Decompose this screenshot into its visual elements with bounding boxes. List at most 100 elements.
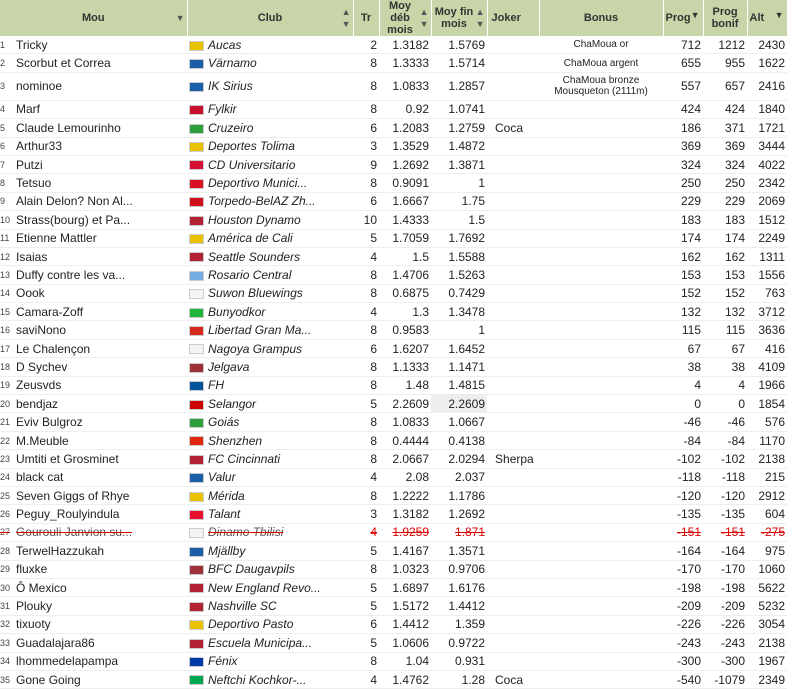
- col-alt-header[interactable]: Alt ▼: [747, 0, 788, 36]
- table-row[interactable]: 2 Scorbut et Correa Värnamo 8 1.3333 1.5714 Ch…: [0, 53, 788, 73]
- club-cell[interactable]: Bunyodkor: [187, 302, 354, 322]
- sort-down-icon[interactable]: ▼: [691, 9, 700, 21]
- club-cell[interactable]: Dinamo Tbilisi: [187, 523, 354, 543]
- table-row[interactable]: 8 Tetsuo Deportivo Munici... 8 0.9091 1 250 250…: [0, 173, 788, 193]
- table-row[interactable]: 16 saviNono Libertad Gran Ma... 8 0.9583 1 115…: [0, 320, 788, 340]
- table-row[interactable]: 5 Claude Lemourinho Cruzeiro 6 1.2083 1.2759 C…: [0, 118, 788, 138]
- club-cell[interactable]: Valur: [187, 468, 354, 487]
- club-cell[interactable]: Escuela Municipa...: [187, 633, 354, 653]
- col-tr-header[interactable]: Tr: [353, 0, 380, 36]
- player-name[interactable]: tixuoty: [14, 615, 188, 635]
- table-row[interactable]: 28 TerwelHazzukah Mjällby 5 1.4167 1.3571 -164…: [0, 541, 788, 561]
- col-prog-header[interactable]: Prog ▼: [663, 0, 704, 36]
- table-row[interactable]: 17 Le Chalençon Nagoya Grampus 6 1.6207 1.645…: [0, 339, 788, 359]
- player-name[interactable]: Gone Going: [14, 670, 188, 689]
- club-cell[interactable]: Aucas: [187, 36, 354, 55]
- player-name[interactable]: nominoe: [14, 72, 188, 101]
- player-name[interactable]: TerwelHazzukah: [14, 541, 188, 561]
- player-name[interactable]: Tetsuo: [14, 173, 188, 193]
- table-row[interactable]: 15 Camara-Zoff Bunyodkor 4 1.3 1.3478 132 132 37…: [0, 302, 788, 322]
- player-name[interactable]: Camara-Zoff: [14, 302, 188, 322]
- sort-icon[interactable]: ▲ ▼: [420, 6, 429, 30]
- player-name[interactable]: Etienne Mattler: [14, 229, 188, 248]
- sort-icon[interactable]: ▲ ▼: [476, 6, 485, 30]
- club-cell[interactable]: Nagoya Grampus: [187, 339, 354, 359]
- player-name[interactable]: Claude Lemourinho: [14, 118, 188, 138]
- player-name[interactable]: Tricky: [14, 36, 188, 55]
- player-name[interactable]: black cat: [14, 468, 188, 487]
- club-cell[interactable]: Seattle Sounders: [187, 247, 354, 267]
- player-name[interactable]: lhommedelapampa: [14, 652, 188, 671]
- col-mou-header[interactable]: Mou ▼: [0, 0, 188, 36]
- table-row[interactable]: 4 Marf Fylkir 8 0.92 1.0741 424 424 1840: [0, 100, 788, 120]
- player-name[interactable]: Plouky: [14, 596, 188, 616]
- player-name[interactable]: Umtiti et Grosminet: [14, 449, 188, 469]
- club-cell[interactable]: Mjällby: [187, 541, 354, 561]
- table-row[interactable]: 35 Gone Going Neftchi Kochkor-... 4 1.4762 1.…: [0, 670, 788, 689]
- club-cell[interactable]: Deportivo Munici...: [187, 173, 354, 193]
- club-cell[interactable]: FC Cincinnati: [187, 449, 354, 469]
- col-bonus-header[interactable]: Bonus: [539, 0, 664, 36]
- player-name[interactable]: Ô Mexico: [14, 578, 188, 598]
- player-name[interactable]: Le Chalençon: [14, 339, 188, 359]
- col-moy-deb-header[interactable]: Moy déb mois ▲ ▼: [379, 0, 432, 36]
- club-cell[interactable]: Suwon Bluewings: [187, 284, 354, 304]
- player-name[interactable]: M.Meuble: [14, 431, 188, 451]
- club-cell[interactable]: Cruzeiro: [187, 118, 354, 138]
- col-prog-bonif-header[interactable]: Prog bonif: [703, 0, 748, 36]
- table-row[interactable]: 11 Etienne Mattler América de Cali 5 1.7059 1…: [0, 229, 788, 248]
- player-name[interactable]: Oook: [14, 284, 188, 304]
- table-row[interactable]: 10 Strass(bourg) et Pa... Houston Dynamo 10…: [0, 210, 788, 230]
- table-row[interactable]: 7 Putzi CD Universitario 9 1.2692 1.3871 324 32…: [0, 155, 788, 175]
- club-cell[interactable]: Fylkir: [187, 100, 354, 120]
- club-cell[interactable]: Nashville SC: [187, 596, 354, 616]
- club-cell[interactable]: New England Revo...: [187, 578, 354, 598]
- player-name[interactable]: saviNono: [14, 320, 188, 340]
- table-row[interactable]: 9 Alain Delon? Non Al... Torpedo-BelAZ Zh.…: [0, 192, 788, 212]
- club-cell[interactable]: Selangor: [187, 394, 354, 414]
- player-name[interactable]: Duffy contre les va...: [14, 265, 188, 285]
- table-row[interactable]: 31 Plouky Nashville SC 5 1.5172 1.4412 -209 -20…: [0, 596, 788, 616]
- table-row[interactable]: 29 fluxke BFC Daugavpils 8 1.0323 0.9706 -170-…: [0, 560, 788, 579]
- table-row[interactable]: 33 Guadalajara86 Escuela Municipa... 5 1.060…: [0, 633, 788, 653]
- col-moy-fin-header[interactable]: Moy fin mois ▲ ▼: [431, 0, 488, 36]
- player-name[interactable]: fluxke: [14, 560, 188, 579]
- player-name[interactable]: Gourouli Janvion su...: [14, 523, 188, 543]
- table-row[interactable]: 13 Duffy contre les va... Rosario Central 8…: [0, 265, 788, 285]
- club-cell[interactable]: Värnamo: [187, 53, 354, 73]
- club-cell[interactable]: IK Sirius: [187, 72, 354, 101]
- table-row[interactable]: 12 Isaias Seattle Sounders 4 1.5 1.5588 162 162…: [0, 247, 788, 267]
- table-row[interactable]: 26 Peguy_Roulyindula Talant 3 1.3182 1.2692 -1…: [0, 504, 788, 524]
- club-cell[interactable]: Mérida: [187, 486, 354, 506]
- table-row[interactable]: 23 Umtiti et Grosminet FC Cincinnati 8 2.066…: [0, 449, 788, 469]
- club-cell[interactable]: Libertad Gran Ma...: [187, 320, 354, 340]
- sort-icon[interactable]: ▲ ▼: [342, 6, 351, 30]
- club-cell[interactable]: BFC Daugavpils: [187, 560, 354, 579]
- player-name[interactable]: Peguy_Roulyindula: [14, 504, 188, 524]
- col-club-header[interactable]: Club ▲ ▼: [187, 0, 354, 36]
- club-cell[interactable]: Torpedo-BelAZ Zh...: [187, 192, 354, 212]
- club-cell[interactable]: Deportivo Pasto: [187, 615, 354, 635]
- club-cell[interactable]: América de Cali: [187, 229, 354, 248]
- table-row[interactable]: 6 Arthur33 Deportes Tolima 3 1.3529 1.4872 369…: [0, 137, 788, 156]
- table-row[interactable]: 1 Tricky Aucas 2 1.3182 1.5769 ChaMoua or 712 12…: [0, 36, 788, 55]
- player-name[interactable]: D Sychev: [14, 357, 188, 377]
- player-name[interactable]: Isaias: [14, 247, 188, 267]
- club-cell[interactable]: Goiás: [187, 412, 354, 432]
- club-cell[interactable]: CD Universitario: [187, 155, 354, 175]
- club-cell[interactable]: Neftchi Kochkor-...: [187, 670, 354, 689]
- club-cell[interactable]: Houston Dynamo: [187, 210, 354, 230]
- table-row[interactable]: 27 Gourouli Janvion su... Dinamo Tbilisi 4 1…: [0, 523, 788, 543]
- club-cell[interactable]: Jelgava: [187, 357, 354, 377]
- player-name[interactable]: Zeusvds: [14, 376, 188, 396]
- table-row[interactable]: 21 Eviv Bulgroz Goiás 8 1.0833 1.0667 -46 -46 57…: [0, 412, 788, 432]
- club-cell[interactable]: Deportes Tolima: [187, 137, 354, 156]
- table-row[interactable]: 19 Zeusvds FH 8 1.48 1.4815 4 4 1966: [0, 376, 788, 396]
- player-name[interactable]: bendjaz: [14, 394, 188, 414]
- player-name[interactable]: Arthur33: [14, 137, 188, 156]
- club-cell[interactable]: FH: [187, 376, 354, 396]
- table-row[interactable]: 22 M.Meuble Shenzhen 8 0.4444 0.4138 -84 -84 117…: [0, 431, 788, 451]
- table-row[interactable]: 34 lhommedelapampa Fénix 8 1.04 0.931 -300 -300…: [0, 652, 788, 671]
- table-row[interactable]: 20 bendjaz Selangor 5 2.2609 2.2609 0 0 1854: [0, 394, 788, 414]
- player-name[interactable]: Marf: [14, 100, 188, 120]
